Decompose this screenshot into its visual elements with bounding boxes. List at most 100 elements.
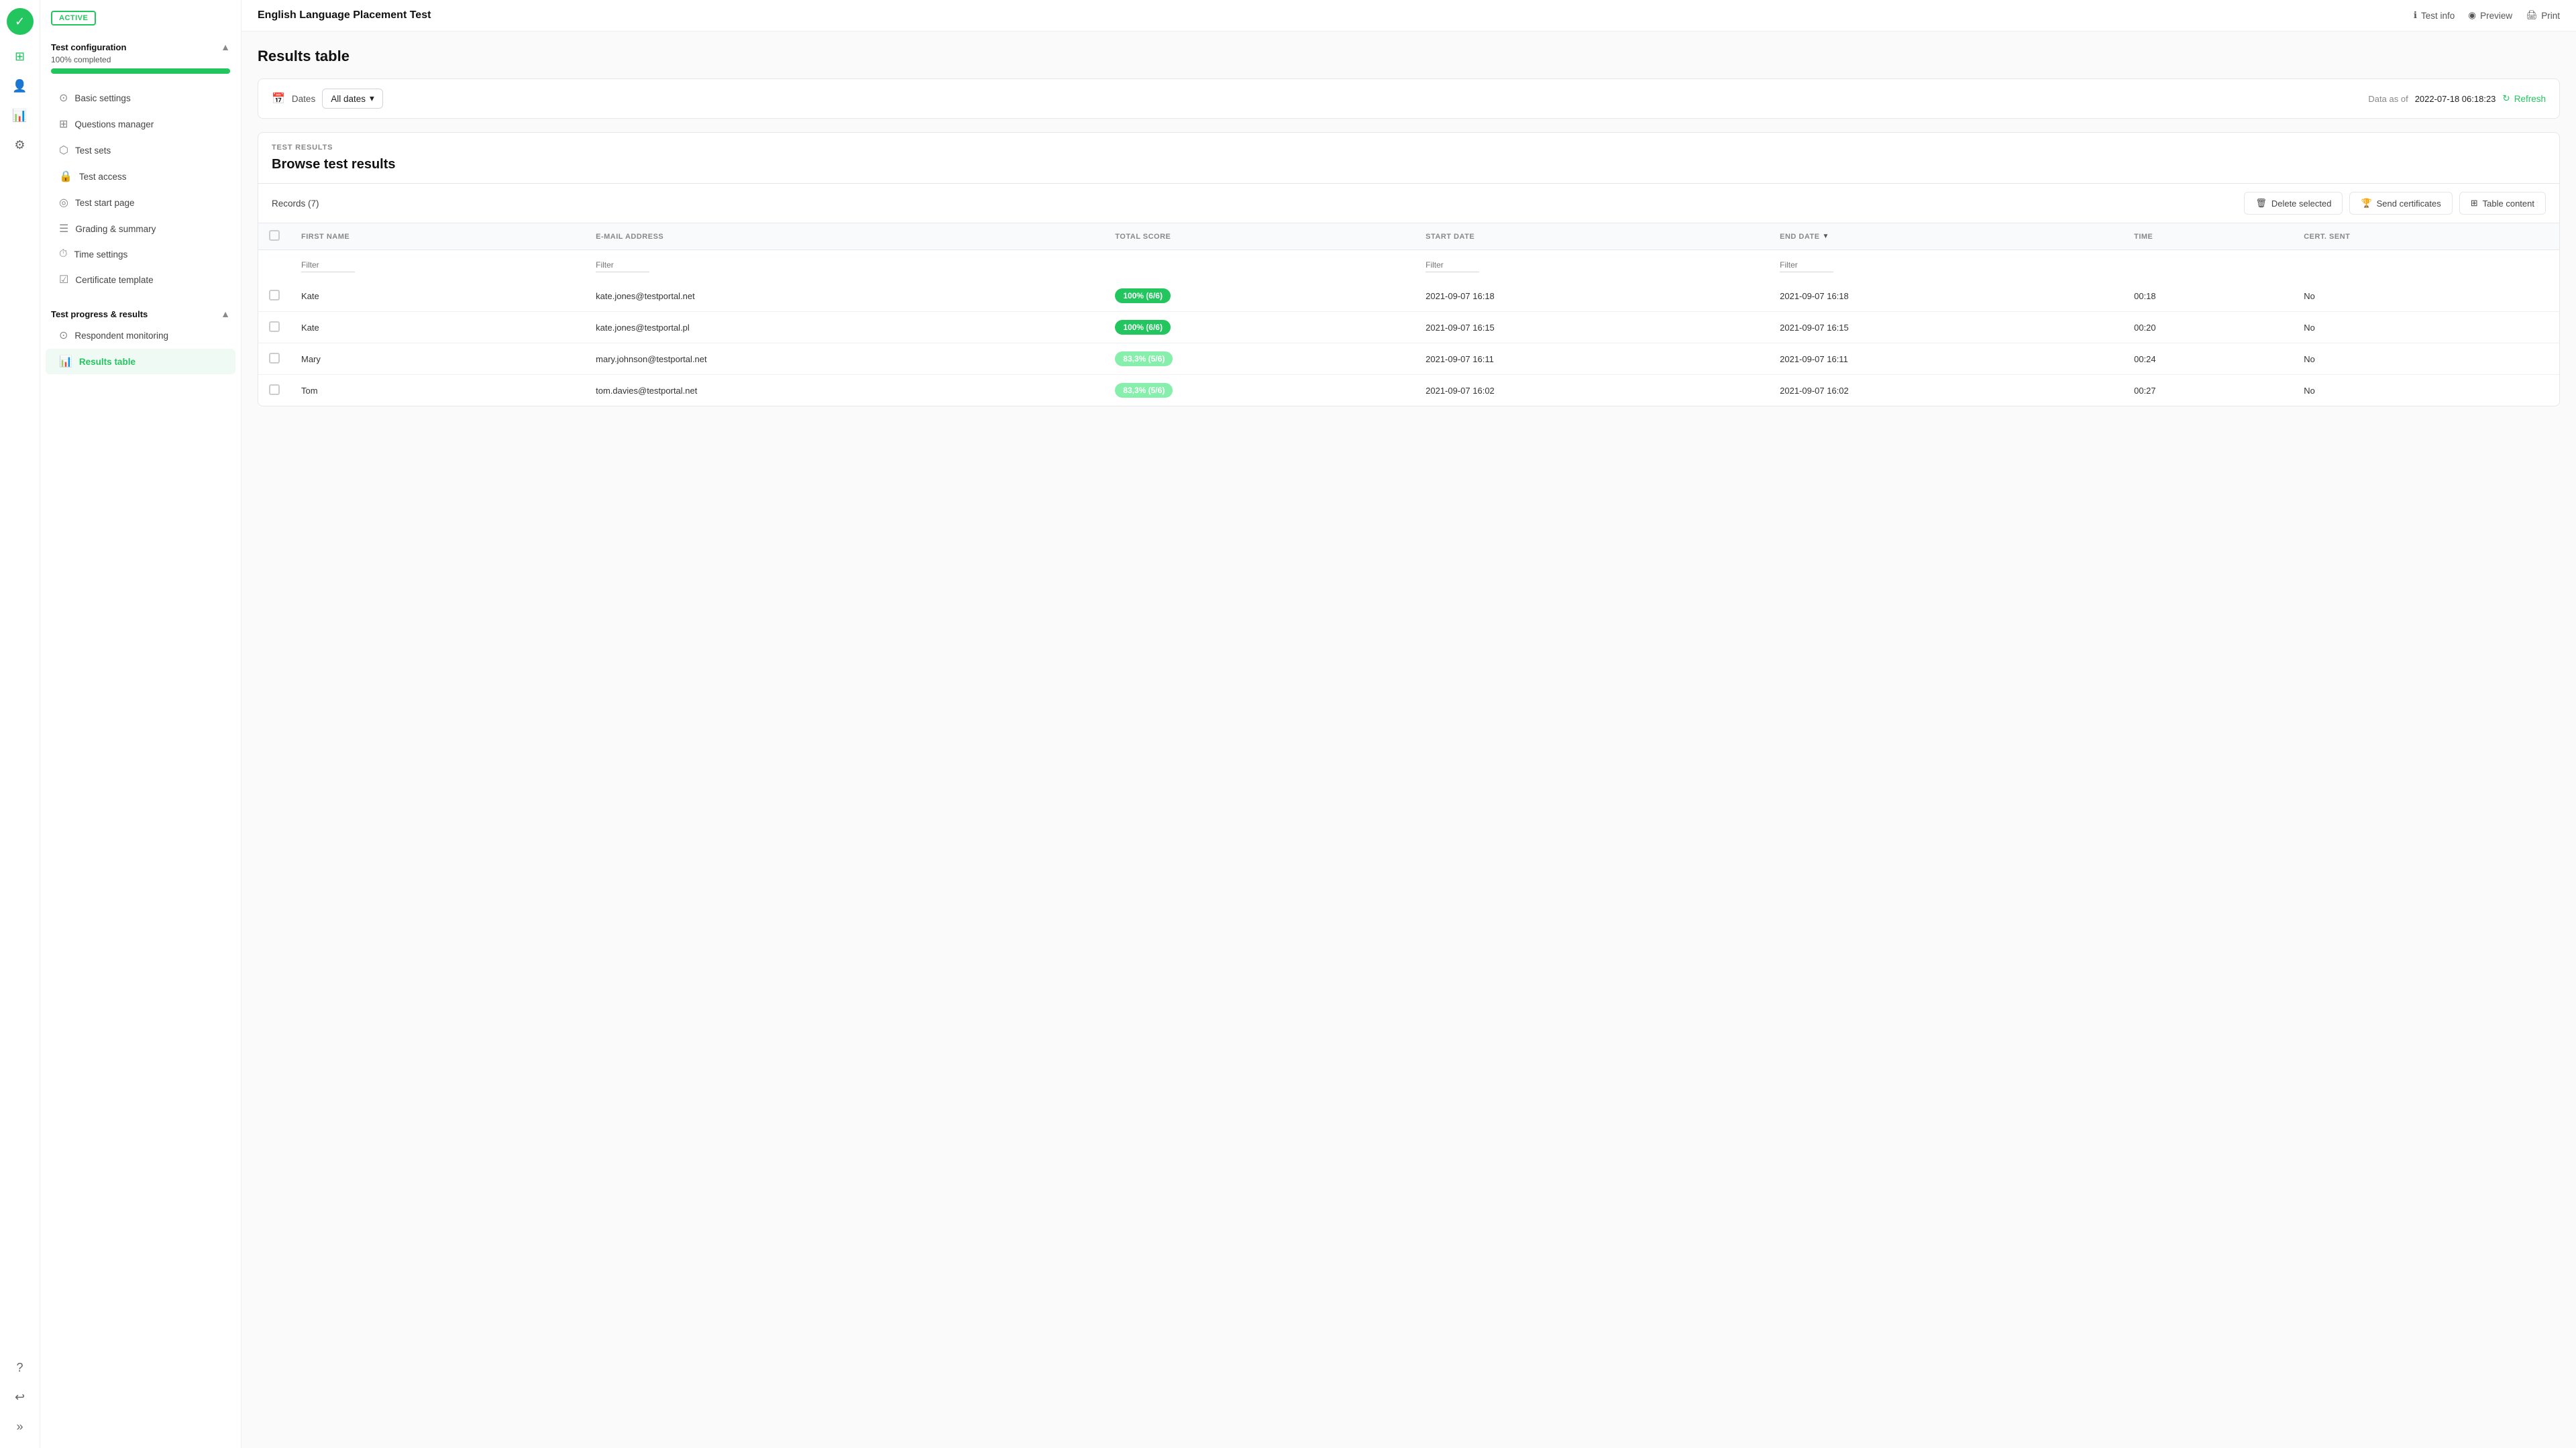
row-email: tom.davies@testportal.net: [585, 375, 1104, 406]
sidebar-item-basic-settings[interactable]: ⊙ Basic settings: [46, 85, 235, 111]
row-score: 83,3% (5/6): [1104, 343, 1415, 375]
basic-settings-icon: ⊙: [59, 91, 68, 105]
col-cert-sent: CERT. SENT: [2293, 223, 2559, 250]
progress-label: 100% completed: [51, 55, 230, 64]
col-first-name: FIRST NAME: [290, 223, 585, 250]
nav-grid-icon[interactable]: ⊞: [7, 43, 34, 70]
test-info-button[interactable]: ℹ Test info: [2414, 10, 2455, 21]
row-checkbox[interactable]: [269, 353, 280, 364]
sidebar-item-certificate-template[interactable]: ☑ Certificate template: [46, 267, 235, 292]
toolbar-actions: 🗑 Delete selected 🏆 Send certificates ⊞ …: [2239, 192, 2546, 215]
sidebar-item-label: Basic settings: [74, 93, 130, 103]
results-table-icon: 📊: [59, 355, 72, 368]
header-checkbox-cell: [258, 223, 290, 250]
delete-label: Delete selected: [2271, 199, 2332, 209]
refresh-icon: ↻: [2502, 93, 2510, 104]
select-all-checkbox[interactable]: [269, 230, 280, 241]
table-content-icon: ⊞: [2471, 198, 2478, 209]
test-results-section: TEST RESULTS Browse test results Records…: [258, 132, 2560, 406]
nav-expand-icon[interactable]: »: [7, 1413, 34, 1440]
delete-selected-button[interactable]: 🗑 Delete selected: [2244, 192, 2343, 215]
sidebar-item-test-start-page[interactable]: ◎ Test start page: [46, 190, 235, 215]
sidebar: ACTIVE Test configuration ▲ 100% complet…: [40, 0, 241, 1448]
row-checkbox[interactable]: [269, 384, 280, 395]
table-content-button[interactable]: ⊞ Table content: [2459, 192, 2546, 215]
nav-back-icon[interactable]: ↩: [7, 1384, 34, 1410]
nav-help-icon[interactable]: ?: [7, 1354, 34, 1381]
row-score: 100% (6/6): [1104, 312, 1415, 343]
test-progress-toggle-icon[interactable]: ▲: [221, 309, 230, 319]
row-time: 00:20: [2123, 312, 2293, 343]
table-row: Kate kate.jones@testportal.net 100% (6/6…: [258, 280, 2559, 312]
col-end-date[interactable]: END DATE ▼: [1769, 223, 2123, 250]
questions-manager-icon: ⊞: [59, 117, 68, 131]
send-certificates-button[interactable]: 🏆 Send certificates: [2349, 192, 2452, 215]
filter-end-date-cell[interactable]: [1769, 250, 2123, 281]
filter-first-name-cell[interactable]: [290, 250, 585, 281]
print-button[interactable]: 🖨 Print: [2526, 10, 2560, 21]
dates-dropdown-value: All dates: [331, 94, 366, 104]
filter-start-date-cell[interactable]: [1415, 250, 1769, 281]
sidebar-item-test-sets[interactable]: ⬡ Test sets: [46, 137, 235, 163]
test-start-page-icon: ◎: [59, 196, 68, 209]
filter-start-date-input[interactable]: [1426, 258, 1479, 272]
filter-score-cell: [1104, 250, 1415, 281]
row-email: mary.johnson@testportal.net: [585, 343, 1104, 375]
row-checkbox[interactable]: [269, 290, 280, 300]
row-start-date: 2021-09-07 16:18: [1415, 280, 1769, 312]
grading-summary-icon: ☰: [59, 222, 68, 235]
test-results-label: TEST RESULTS: [258, 133, 2559, 152]
row-checkbox-cell[interactable]: [258, 280, 290, 312]
sidebar-item-time-settings[interactable]: ⏱ Time settings: [46, 242, 235, 266]
table-content-label: Table content: [2483, 199, 2534, 209]
sidebar-item-results-table[interactable]: 📊 Results table: [46, 349, 235, 374]
sidebar-item-label: Respondent monitoring: [74, 331, 168, 341]
row-checkbox[interactable]: [269, 321, 280, 332]
test-progress-title: Test progress & results: [51, 309, 148, 319]
sidebar-item-label: Time settings: [74, 249, 127, 260]
refresh-button[interactable]: ↻ Refresh: [2502, 93, 2546, 104]
filter-bar: 📅 Dates All dates ▾ Data as of 2022-07-1…: [258, 78, 2560, 119]
test-config-toggle-icon[interactable]: ▲: [221, 42, 230, 52]
logo-checkmark: ✓: [15, 15, 25, 29]
progress-bar-bg: [51, 68, 230, 74]
delete-icon: 🗑: [2255, 198, 2267, 209]
filter-email-cell[interactable]: [585, 250, 1104, 281]
test-info-icon: ℹ: [2414, 10, 2417, 21]
row-end-date: 2021-09-07 16:18: [1769, 280, 2123, 312]
row-checkbox-cell[interactable]: [258, 343, 290, 375]
app-logo[interactable]: ✓: [7, 8, 34, 35]
filter-first-name-input[interactable]: [301, 258, 355, 272]
data-as-of-label: Data as of: [2368, 94, 2408, 104]
row-start-date: 2021-09-07 16:11: [1415, 343, 1769, 375]
nav-users-icon[interactable]: 👤: [7, 72, 34, 99]
score-badge: 100% (6/6): [1115, 320, 1171, 335]
row-checkbox-cell[interactable]: [258, 312, 290, 343]
sidebar-item-respondent-monitoring[interactable]: ⊙ Respondent monitoring: [46, 323, 235, 348]
dropdown-chevron-icon: ▾: [370, 93, 374, 104]
sidebar-item-grading-summary[interactable]: ☰ Grading & summary: [46, 216, 235, 241]
table-toolbar: Records (7) 🗑 Delete selected 🏆 Send cer…: [258, 183, 2559, 223]
icon-nav: ✓ ⊞ 👤 📊 ⚙ ? ↩ »: [0, 0, 40, 1448]
preview-button[interactable]: ◉ Preview: [2468, 10, 2512, 21]
results-table: FIRST NAME E-MAIL ADDRESS TOTAL SCORE ST…: [258, 223, 2559, 406]
row-cert-sent: No: [2293, 375, 2559, 406]
nav-settings-icon[interactable]: ⚙: [7, 131, 34, 158]
filter-row: [258, 250, 2559, 281]
table-header-row: FIRST NAME E-MAIL ADDRESS TOTAL SCORE ST…: [258, 223, 2559, 250]
filter-end-date-input[interactable]: [1780, 258, 1833, 272]
row-checkbox-cell[interactable]: [258, 375, 290, 406]
sidebar-item-test-access[interactable]: 🔒 Test access: [46, 164, 235, 189]
filter-email-input[interactable]: [596, 258, 649, 272]
dates-dropdown[interactable]: All dates ▾: [322, 89, 383, 109]
sidebar-item-questions-manager[interactable]: ⊞ Questions manager: [46, 111, 235, 137]
page-title: Results table: [258, 48, 2560, 65]
row-end-date: 2021-09-07 16:15: [1769, 312, 2123, 343]
row-score: 100% (6/6): [1104, 280, 1415, 312]
certificate-template-icon: ☑: [59, 273, 68, 286]
score-badge: 83,3% (5/6): [1115, 351, 1173, 366]
row-email: kate.jones@testportal.net: [585, 280, 1104, 312]
row-email: kate.jones@testportal.pl: [585, 312, 1104, 343]
nav-chart-icon[interactable]: 📊: [7, 102, 34, 129]
records-count: Records (7): [272, 199, 319, 209]
